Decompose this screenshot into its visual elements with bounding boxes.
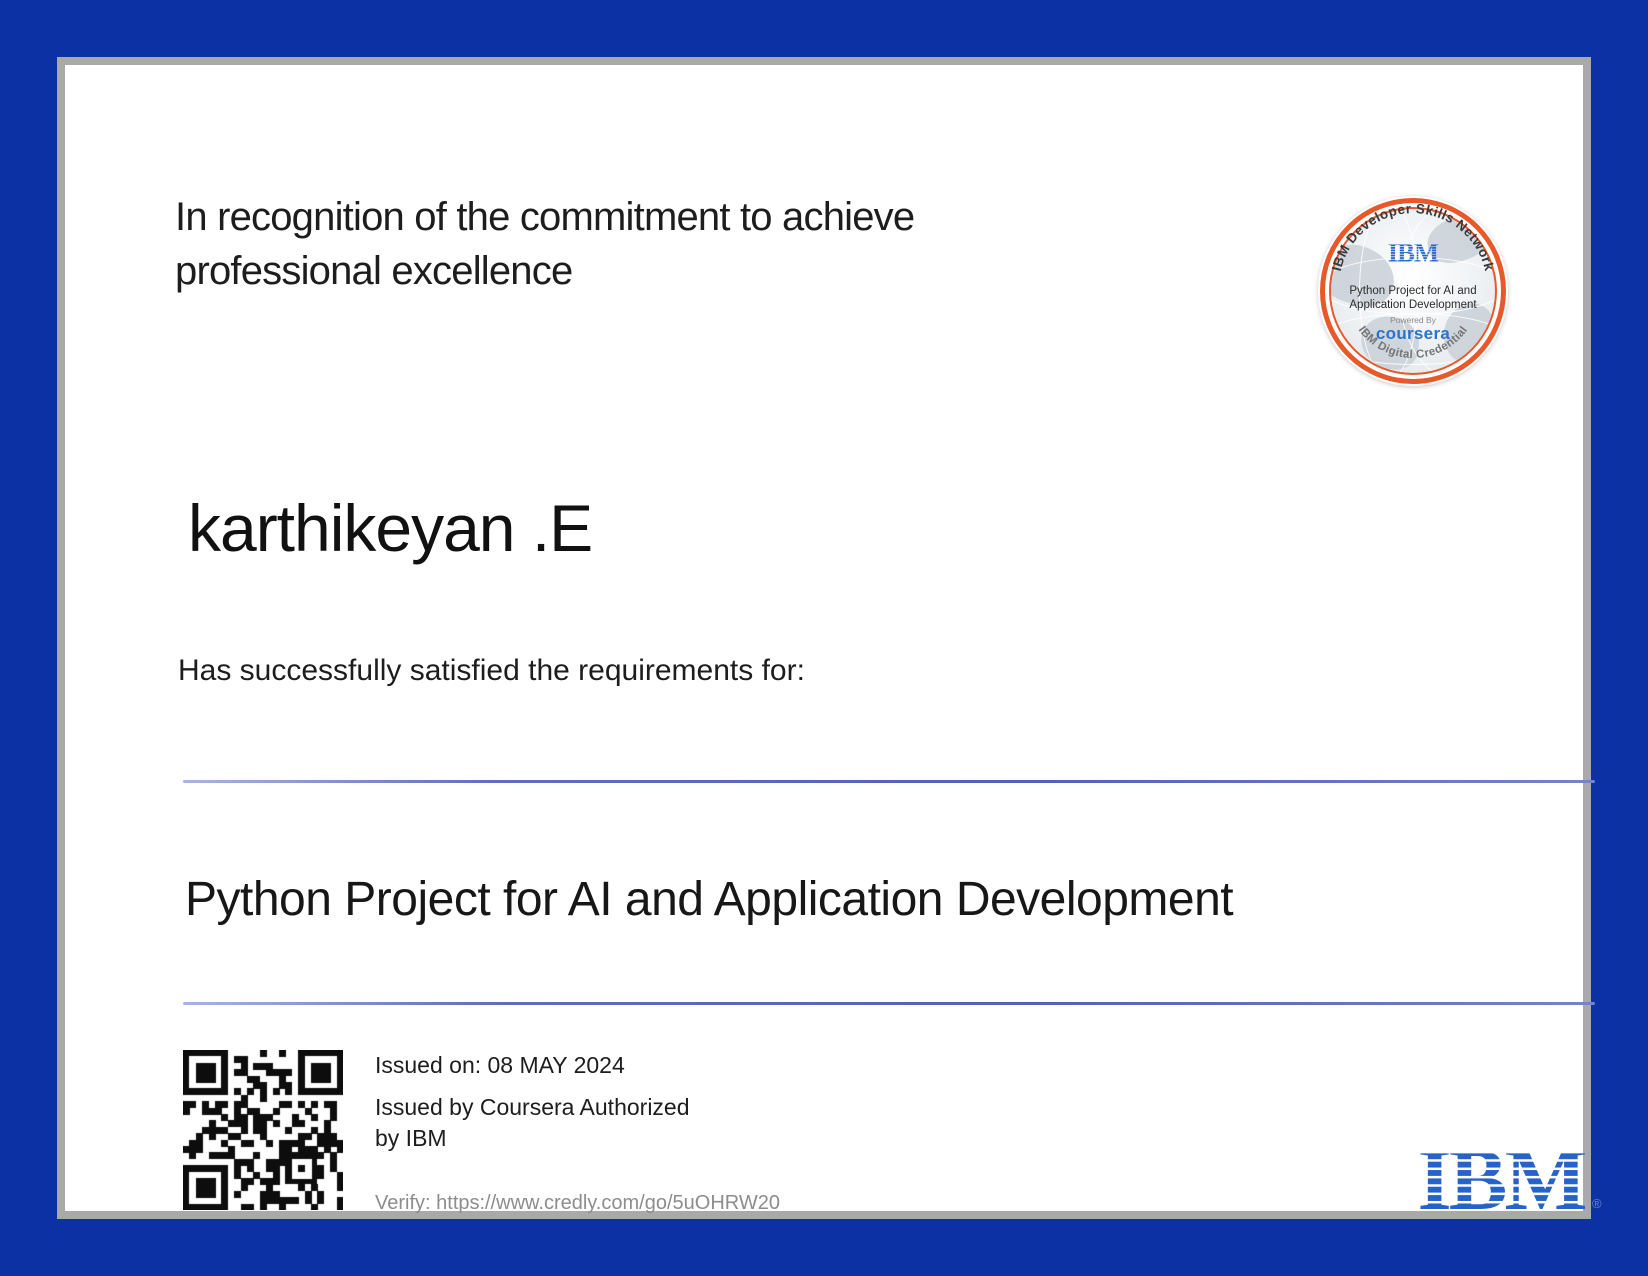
registered-trademark-icon: ® — [1592, 1196, 1602, 1211]
badge-course-text: Python Project for AI and Application De… — [1318, 284, 1508, 312]
top-divider — [183, 780, 1595, 783]
ibm-logo: IBM — [1412, 1145, 1590, 1211]
recipient-name: karthikeyan .E — [188, 490, 592, 566]
ibm-logo-text: IBM — [1418, 1145, 1586, 1211]
certificate-page: { "certificate": { "intro": { "line1": "… — [0, 0, 1648, 1276]
qr-code — [183, 1050, 343, 1210]
coursera-logo: coursera — [1318, 324, 1508, 344]
intro-text: In recognition of the commitment to achi… — [175, 190, 914, 298]
badge-course-line-2: Application Development — [1318, 298, 1508, 312]
statement-text: Has successfully satisfied the requireme… — [178, 654, 805, 688]
issued-by-text: Issued by Coursera Authorized by IBM — [375, 1092, 690, 1154]
bottom-divider — [183, 1002, 1595, 1005]
issued-by-line-2: by IBM — [375, 1123, 690, 1154]
certificate-surface: In recognition of the commitment to achi… — [57, 57, 1591, 1219]
issued-by-line-1: Issued by Coursera Authorized — [375, 1092, 690, 1123]
badge-ibm-logo-icon: IBM — [1386, 242, 1440, 262]
intro-line-1: In recognition of the commitment to achi… — [175, 190, 914, 244]
credential-badge: IBM Developer Skills Network IBM Digital… — [1318, 196, 1508, 386]
course-title: Python Project for AI and Application De… — [185, 872, 1233, 927]
intro-line-2: professional excellence — [175, 244, 914, 298]
verify-url-text: Verify: https://www.credly.com/go/5uOHRW… — [375, 1192, 780, 1215]
certificate-content: In recognition of the commitment to achi… — [130, 130, 1518, 1146]
badge-course-line-1: Python Project for AI and — [1318, 284, 1508, 298]
issued-on-text: Issued on: 08 MAY 2024 — [375, 1052, 625, 1079]
badge-ibm-logo-text: IBM — [1388, 242, 1439, 262]
